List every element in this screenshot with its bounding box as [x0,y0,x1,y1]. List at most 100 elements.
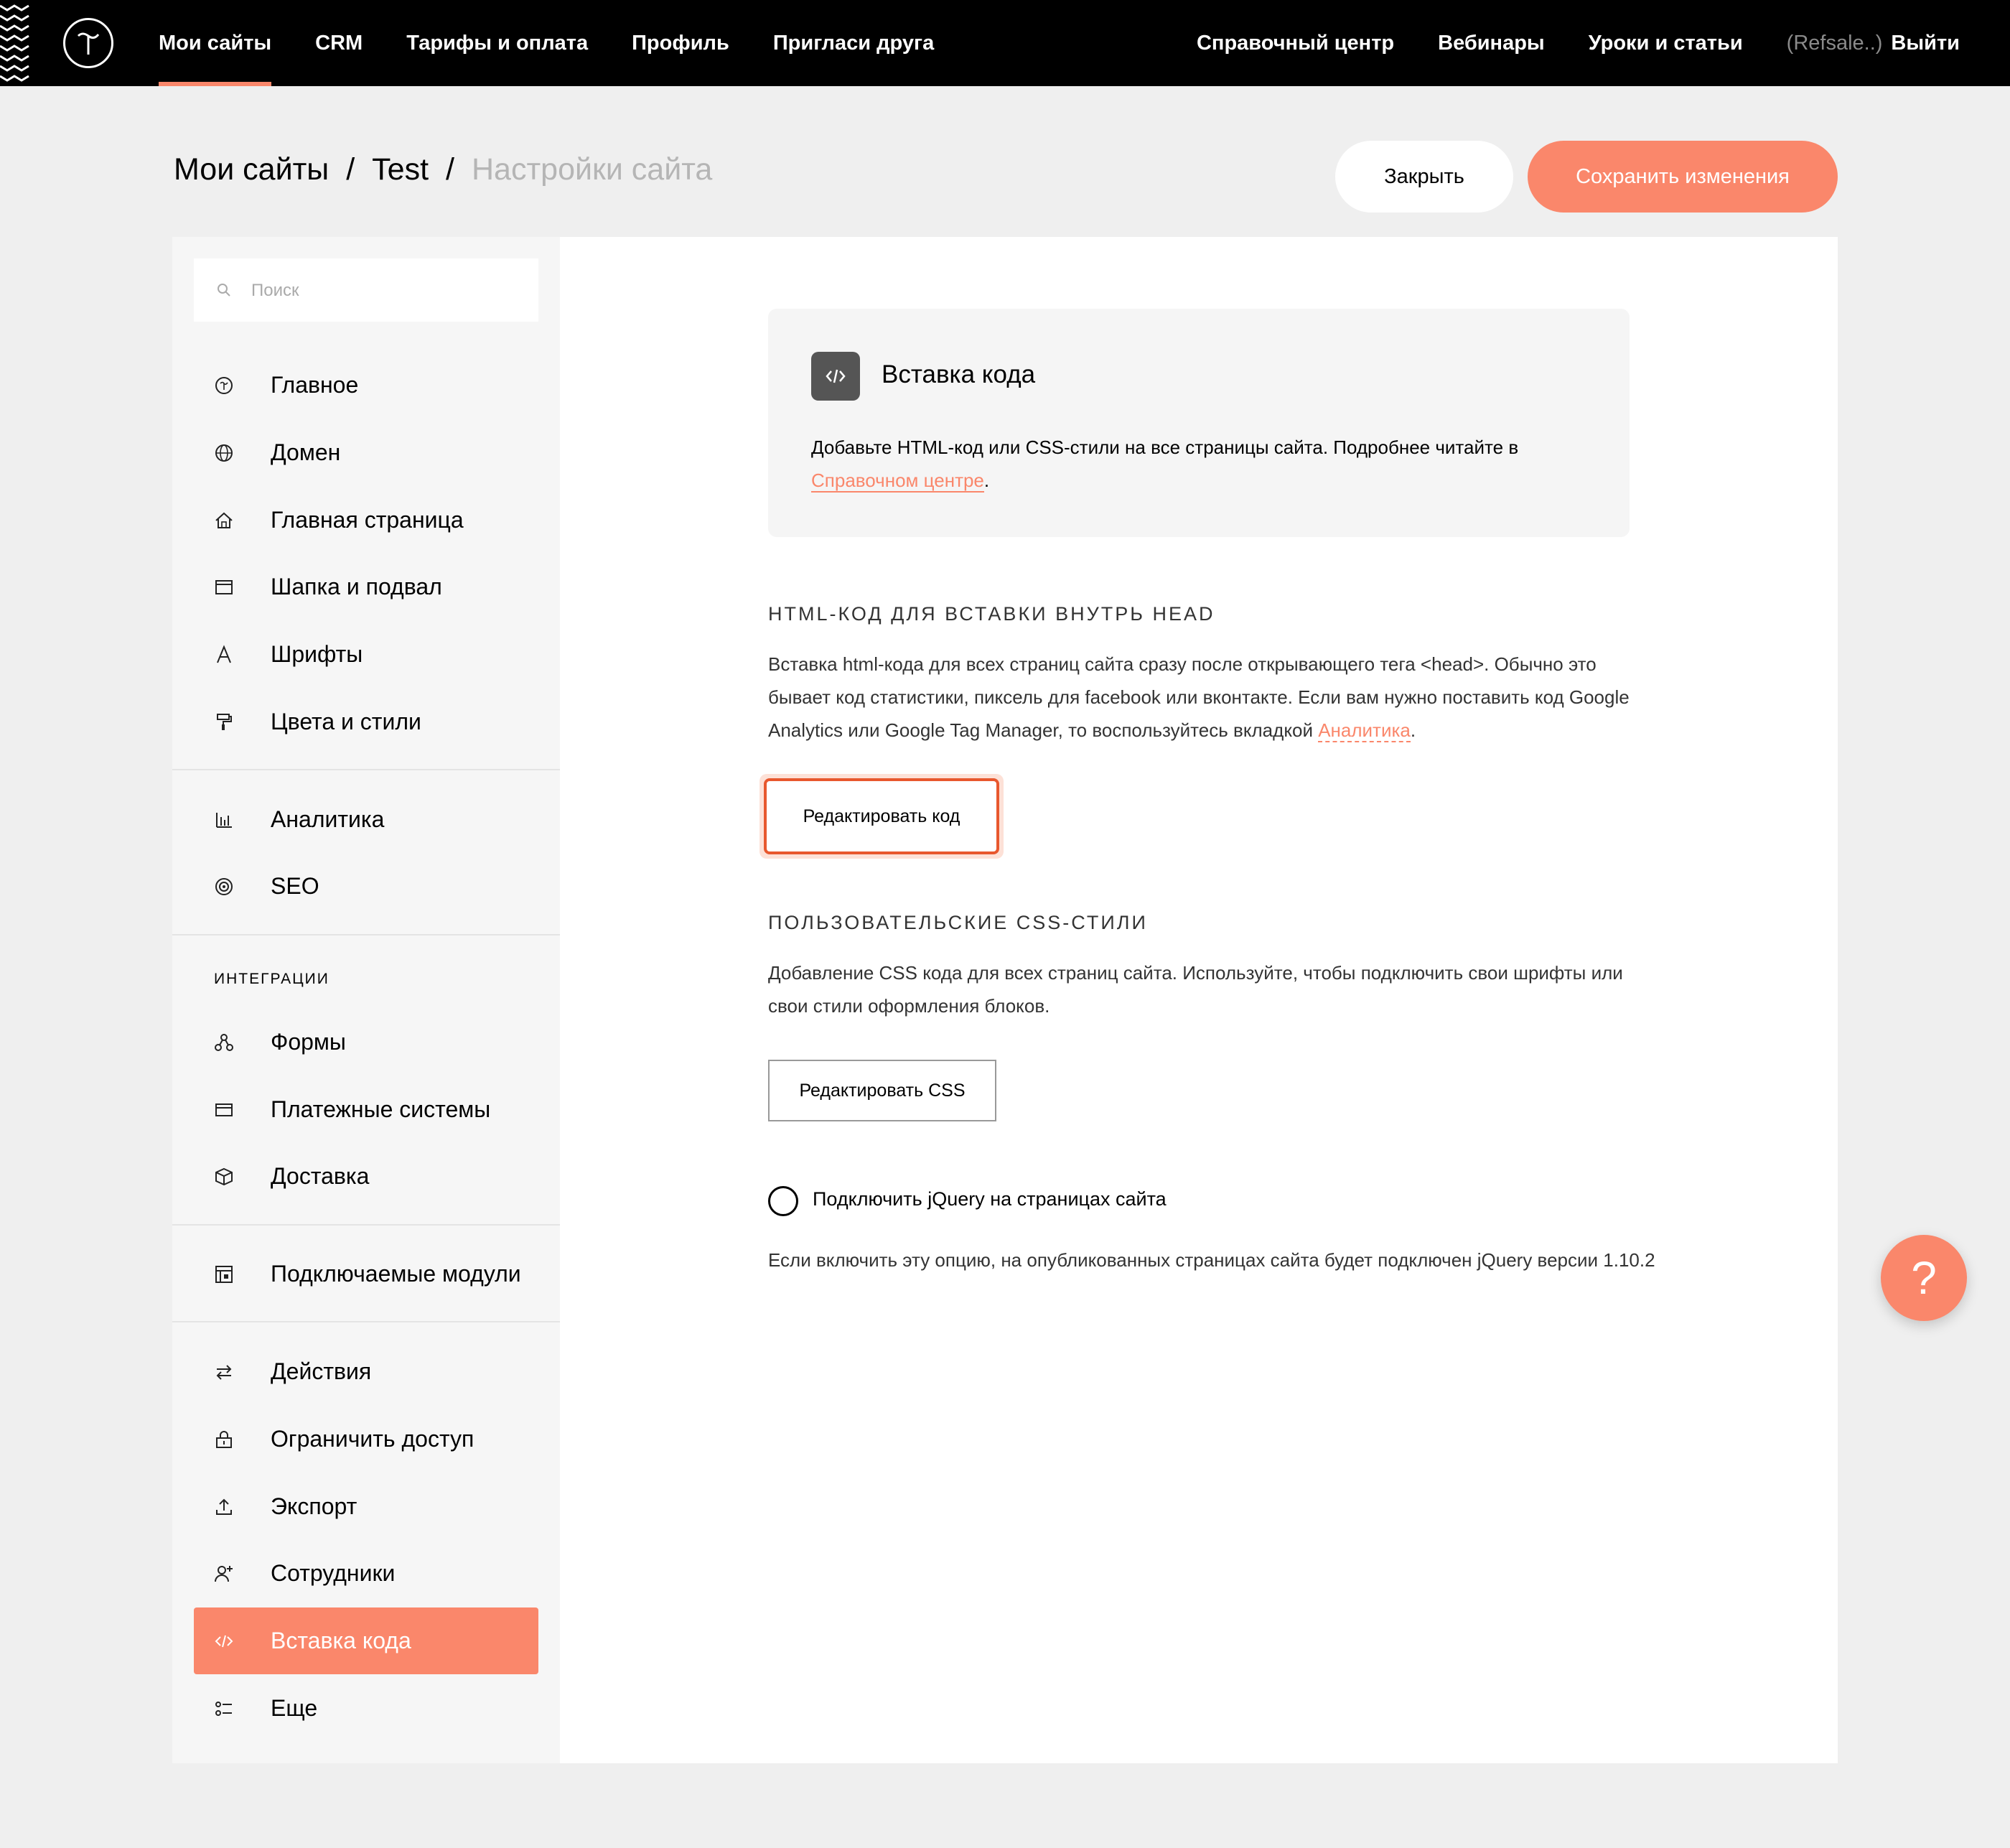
sidebar-item-code-insert[interactable]: Вставка кода [194,1607,538,1674]
sidebar-item-payment[interactable]: Платежные системы [194,1076,538,1143]
sidebar-item-restrict-access[interactable]: Ограничить доступ [194,1406,538,1473]
card-description-text: Добавьте HTML-код или CSS-стили на все с… [811,437,1519,458]
code-icon [214,1630,234,1651]
sidebar-item-fonts[interactable]: Шрифты [194,621,538,688]
credit-card-icon [214,1099,234,1119]
sidebar-item-label: Вставка кода [271,1628,411,1653]
font-icon [214,644,234,664]
jquery-note: Если включить эту опцию, на опубликованн… [768,1249,1655,1271]
nav-tariffs[interactable]: Тарифы и оплата [406,0,588,86]
user-name: (Refsale..) [1786,32,1883,55]
sidebar-item-main[interactable]: Главное [194,352,538,419]
sidebar-item-modules[interactable]: Подключаемые модули [194,1241,538,1307]
sidebar-item-label: Формы [271,1029,346,1055]
code-badge [811,352,860,401]
sidebar-item-label: Действия [271,1358,372,1384]
arrows-icon [214,1361,234,1381]
add-user-icon [214,1563,234,1583]
sidebar-item-label: Домен [271,439,341,465]
settings-panel: Главное Домен Главная страница Шапка и п… [172,237,1838,1763]
sidebar-item-label: Главное [271,372,359,398]
sidebar-item-export[interactable]: Экспорт [194,1473,538,1540]
sidebar-divider [172,1321,560,1322]
breadcrumb-current: Настройки сайта [472,152,713,187]
code-insert-info-card: Вставка кода Добавьте HTML-код или CSS-с… [768,309,1630,537]
sidebar-item-label: Сотрудники [271,1560,396,1586]
head-section-text: Вставка html-кода для всех страниц сайта… [768,648,1644,747]
sidebar-section-integrations: ИНТЕГРАЦИИ [214,971,329,987]
breadcrumb-sites[interactable]: Мои сайты [174,152,329,187]
upload-icon [214,1496,234,1516]
sidebar-item-homepage[interactable]: Главная страница [194,487,538,554]
sidebar-item-label: SEO [271,873,319,899]
nav-help-center[interactable]: Справочный центр [1197,0,1394,86]
sidebar-item-label: Подключаемые модули [271,1261,521,1287]
secondary-nav: Справочный центр Вебинары Уроки и статьи… [1153,0,1960,86]
tilda-logo-icon [214,375,234,395]
code-icon [826,369,846,383]
sidebar-item-label: Аналитика [271,806,385,832]
sidebar-item-more[interactable]: Еще [194,1675,538,1742]
head-section-title: HTML-КОД ДЛЯ ВСТАВКИ ВНУТРЬ HEAD [768,603,1215,625]
sidebar-item-header-footer[interactable]: Шапка и подвал [194,554,538,620]
sidebar-item-analytics[interactable]: Аналитика [194,786,538,853]
help-button[interactable]: ? [1881,1235,1967,1321]
breadcrumb-separator: / [446,152,454,187]
jquery-label[interactable]: Подключить jQuery на страницах сайта [813,1188,1167,1210]
main-nav: Мои сайты CRM Тарифы и оплата Профиль Пр… [159,0,978,86]
sidebar-item-label: Ограничить доступ [271,1426,475,1452]
card-description: Добавьте HTML-код или CSS-стили на все с… [811,431,1586,497]
sidebar-item-label: Доставка [271,1163,370,1189]
logout-link[interactable]: Выйти [1891,0,1960,86]
card-period: . [983,470,990,491]
sidebar-item-seo[interactable]: SEO [194,853,538,920]
css-section-text: Добавление CSS кода для всех страниц сай… [768,962,1623,1017]
sidebar-item-label: Цвета и стили [271,709,421,734]
sidebar-item-delivery[interactable]: Доставка [194,1143,538,1210]
bar-chart-icon [214,809,234,829]
paint-roller-icon [214,711,234,732]
sidebar-item-domain[interactable]: Домен [194,419,538,486]
more-icon [214,1698,234,1718]
nav-crm[interactable]: CRM [315,0,363,86]
head-section-period: . [1410,719,1416,741]
sidebar-divider [172,769,560,770]
sidebar-item-forms[interactable]: Формы [194,1009,538,1075]
sidebar-divider [172,934,560,935]
breadcrumb-project[interactable]: Test [372,152,429,187]
sidebar-item-label: Шапка и подвал [271,574,442,599]
home-icon [214,510,234,530]
edit-code-button[interactable]: Редактировать код [764,778,999,854]
module-icon [214,1264,234,1284]
nav-profile[interactable]: Профиль [632,0,729,86]
sidebar-item-staff[interactable]: Сотрудники [194,1540,538,1607]
sidebar-item-label: Платежные системы [271,1096,491,1122]
sidebar-search[interactable] [194,258,538,323]
breadcrumb-separator: / [346,152,355,187]
target-icon [214,876,234,896]
sidebar-item-label: Экспорт [271,1493,357,1519]
package-icon [214,1166,234,1186]
jquery-toggle[interactable] [768,1186,798,1216]
top-navigation: Мои сайты CRM Тарифы и оплата Профиль Пр… [0,0,2010,86]
search-icon [218,284,230,297]
head-section-description: Вставка html-кода для всех страниц сайта… [768,653,1630,741]
close-button[interactable]: Закрыть [1335,141,1513,213]
sidebar-item-actions[interactable]: Действия [194,1338,538,1405]
nav-invite-friend[interactable]: Пригласи друга [773,0,934,86]
nav-lessons[interactable]: Уроки и статьи [1589,0,1743,86]
tilda-logo-icon[interactable] [63,18,113,68]
save-changes-button[interactable]: Сохранить изменения [1528,141,1838,213]
nav-my-sites[interactable]: Мои сайты [159,0,272,86]
lock-icon [214,1429,234,1449]
nav-webinars[interactable]: Вебинары [1438,0,1545,86]
edit-css-button[interactable]: Редактировать CSS [768,1060,996,1121]
sidebar-item-label: Шрифты [271,641,363,667]
help-center-link[interactable]: Справочном центре [811,470,984,493]
analytics-link[interactable]: Аналитика [1318,719,1411,742]
sidebar-item-colors[interactable]: Цвета и стили [194,689,538,755]
search-input[interactable] [250,258,525,323]
breadcrumb: Мои сайты / Test / Настройки сайта [174,152,712,187]
css-section-title: ПОЛЬЗОВАТЕЛЬСКИЕ CSS-СТИЛИ [768,912,1148,933]
zigzag-decoration-icon [0,4,29,82]
